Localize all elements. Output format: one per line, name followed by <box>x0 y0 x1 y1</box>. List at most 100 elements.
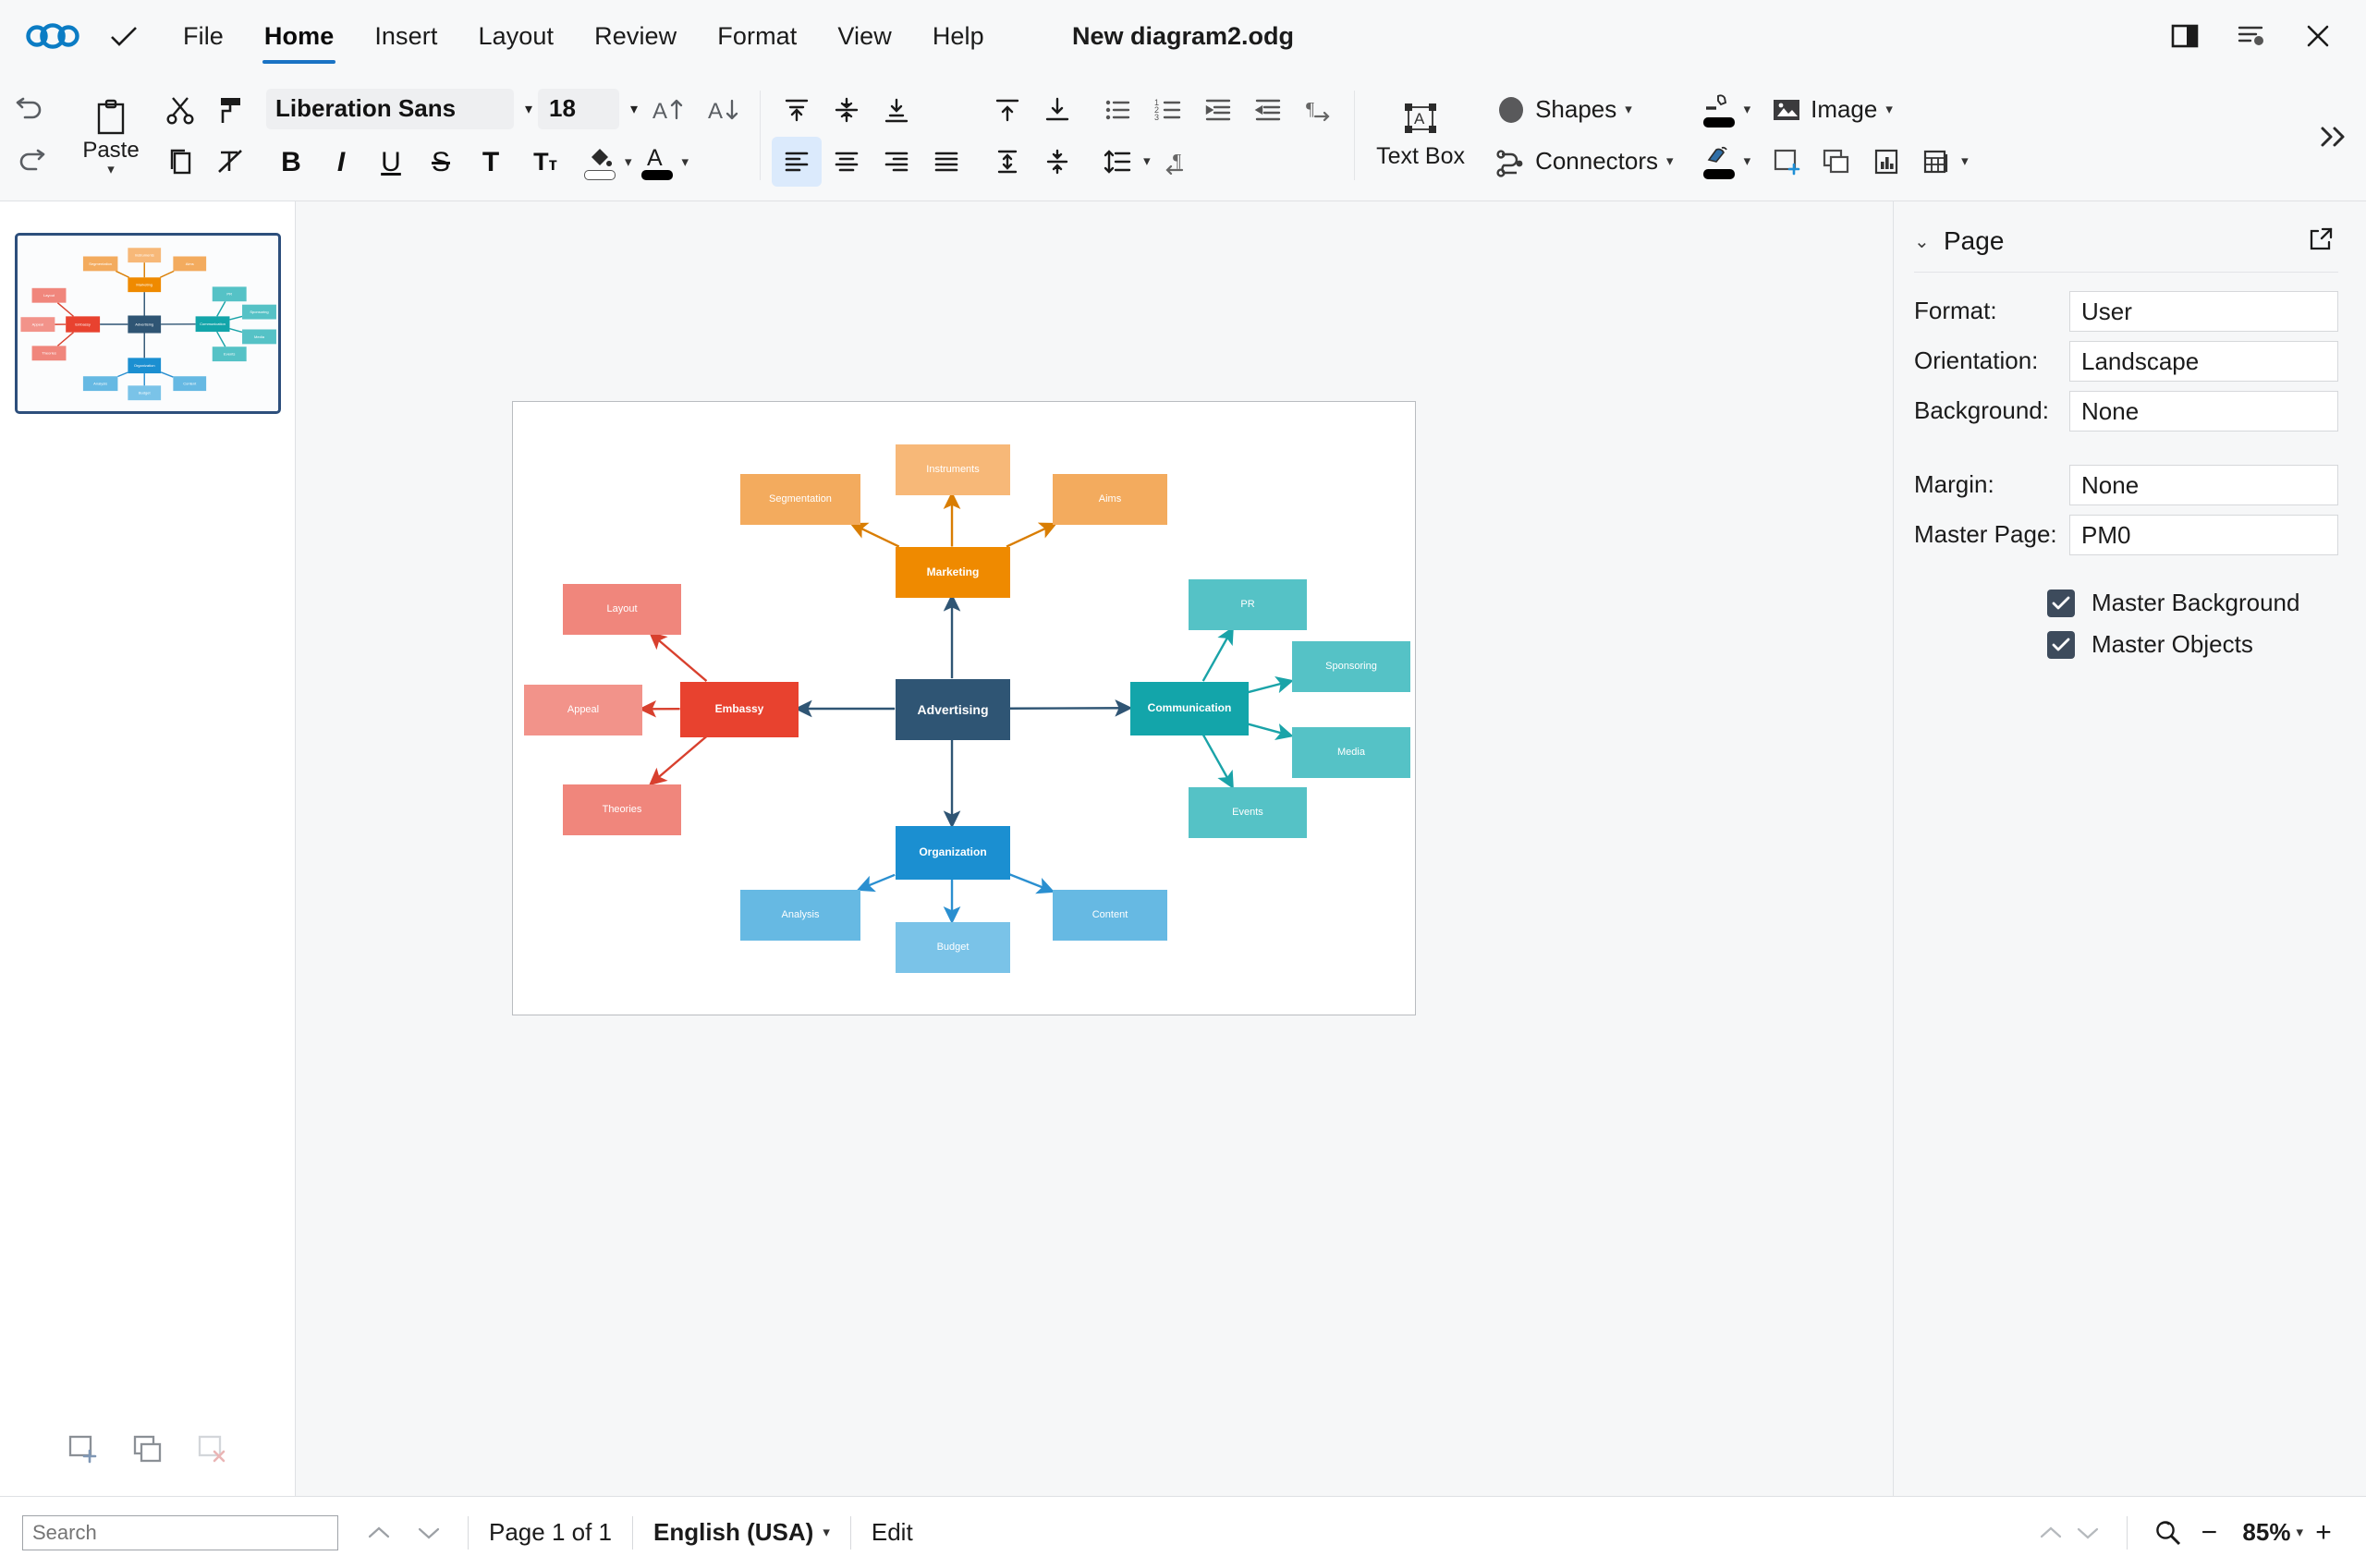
master-page-field[interactable]: PM0 <box>2069 515 2338 555</box>
diagram-edge-organization-analysis[interactable] <box>856 873 896 893</box>
language-caret-icon[interactable]: ▾ <box>823 1525 830 1539</box>
diagram-edge-marketing-segmentation[interactable] <box>849 522 900 548</box>
numbered-list-icon[interactable]: 123 <box>1143 85 1193 135</box>
menu-item-insert[interactable]: Insert <box>354 13 457 60</box>
diagram-node-analysis[interactable]: Analysis <box>740 890 860 941</box>
increase-indent-icon[interactable] <box>1193 85 1243 135</box>
align-left-icon[interactable] <box>772 136 823 187</box>
diagram-node-sponsoring[interactable]: Sponsoring <box>1292 641 1410 692</box>
bold-button[interactable]: B <box>266 138 316 188</box>
scroll-up-icon[interactable] <box>2032 1514 2069 1551</box>
diagram-node-aims[interactable]: Aims <box>1053 474 1167 525</box>
close-icon[interactable] <box>2298 16 2338 56</box>
image-button[interactable]: Image ▾ <box>1762 85 1969 135</box>
font-size-caret-icon[interactable]: ▾ <box>630 100 638 118</box>
align-bottom-icon[interactable] <box>872 85 921 135</box>
underline-button[interactable]: U <box>366 138 416 188</box>
font-size-field[interactable]: 18 <box>538 88 620 129</box>
language-label[interactable]: English (USA) <box>653 1518 813 1547</box>
duplicate-page-icon[interactable] <box>1811 137 1861 187</box>
insert-table-icon[interactable] <box>1911 137 1961 187</box>
diagram-node-content[interactable]: Content <box>1053 890 1167 941</box>
align-justify-icon[interactable] <box>921 137 971 187</box>
font-color-caret-icon[interactable]: ▾ <box>682 155 689 169</box>
left-to-right-icon[interactable]: ¶ <box>1293 85 1343 135</box>
panel-right-icon[interactable] <box>2165 16 2205 56</box>
diagram-node-events[interactable]: Events <box>1189 787 1307 838</box>
chevron-double-right-icon[interactable] <box>2311 115 2355 159</box>
align-right-icon[interactable] <box>872 137 921 187</box>
diagram-node-instruments[interactable]: Instruments <box>896 444 1010 495</box>
add-page-icon[interactable] <box>63 1429 104 1470</box>
bullet-list-icon[interactable] <box>1093 85 1143 135</box>
spacing-collapse-icon[interactable] <box>1032 137 1082 187</box>
master-objects-row[interactable]: Master Objects <box>2047 630 2338 659</box>
decrease-font-size-icon[interactable]: A <box>699 84 749 134</box>
diagram-edge-embassy-theories[interactable] <box>648 735 708 786</box>
connectors-button[interactable]: Connectors ▾ <box>1486 137 1683 187</box>
zoom-in-button[interactable]: + <box>2303 1513 2344 1553</box>
diagram-node-layout[interactable]: Layout <box>563 584 681 635</box>
line-color-icon[interactable] <box>1694 85 1744 135</box>
chevron-down-icon[interactable]: ⌄ <box>1914 230 1933 253</box>
paint-roller-icon[interactable] <box>205 85 255 135</box>
connectors-caret-icon[interactable]: ▾ <box>1666 154 1674 168</box>
diagram-node-advertising[interactable]: Advertising <box>896 679 1010 740</box>
line-spacing-icon[interactable] <box>1093 137 1143 187</box>
line-spacing-caret-icon[interactable]: ▾ <box>1143 154 1151 168</box>
save-status-icon[interactable] <box>105 18 142 55</box>
diagram-node-embassy[interactable]: Embassy <box>680 682 799 737</box>
edit-mode-label[interactable]: Edit <box>872 1518 913 1547</box>
nextcloud-logo-icon[interactable] <box>24 19 81 53</box>
background-field[interactable]: None <box>2069 391 2338 432</box>
menu-item-home[interactable]: Home <box>244 13 354 64</box>
open-in-new-icon[interactable] <box>2307 225 2338 257</box>
insert-textbox-icon[interactable] <box>1762 137 1811 187</box>
slide-page[interactable]: Instruments Segmentation Aims Marketing Layo… <box>512 401 1416 1015</box>
increase-font-size-icon[interactable]: A <box>643 84 693 134</box>
character-highlight-button[interactable]: Tт <box>516 138 575 188</box>
diagram-edge-communication-sponsoring[interactable] <box>1247 676 1294 694</box>
menu-item-help[interactable]: Help <box>912 13 1005 60</box>
shapes-button[interactable]: Shapes ▾ <box>1486 85 1683 135</box>
search-input[interactable] <box>22 1514 338 1550</box>
line-color-caret-icon[interactable]: ▾ <box>1744 103 1751 116</box>
align-center-icon[interactable] <box>822 137 872 187</box>
diagram-edge-advertising-communication[interactable] <box>1008 699 1133 717</box>
insert-chart-icon[interactable] <box>1861 137 1911 187</box>
fill-color-caret-icon[interactable]: ▾ <box>625 155 632 169</box>
align-center-vertical-icon[interactable] <box>822 85 872 135</box>
master-background-checkbox[interactable] <box>2047 589 2075 617</box>
diagram-node-appeal[interactable]: Appeal <box>524 685 642 735</box>
fill-color-icon[interactable] <box>575 138 625 188</box>
diagram-node-communication[interactable]: Communication <box>1130 682 1249 735</box>
copy-icon[interactable] <box>155 137 205 187</box>
line-spacing-vertical-icon[interactable] <box>982 137 1032 187</box>
strikethrough-button[interactable]: S <box>416 138 466 188</box>
align-top-icon[interactable] <box>772 85 822 135</box>
menu-item-view[interactable]: View <box>817 13 911 60</box>
cut-icon[interactable] <box>155 85 205 135</box>
diagram-edge-communication-media[interactable] <box>1247 723 1294 741</box>
menu-item-review[interactable]: Review <box>574 13 697 60</box>
menu-item-format[interactable]: Format <box>697 13 817 60</box>
area-fill-color-icon[interactable] <box>1694 137 1744 187</box>
canvas-area[interactable]: Instruments Segmentation Aims Marketing Layo… <box>296 201 1893 1496</box>
slide-thumbnail-1[interactable]: Instruments Segmentation Aims Marketing Layo… <box>14 233 281 414</box>
scroll-down-icon[interactable] <box>2069 1514 2106 1551</box>
margin-field[interactable]: None <box>2069 465 2338 505</box>
diagram-node-pr[interactable]: PR <box>1189 579 1307 630</box>
decrease-indent-icon[interactable] <box>1243 85 1293 135</box>
font-color-icon[interactable]: A <box>632 138 682 188</box>
right-to-left-icon[interactable]: ¶ <box>1151 137 1201 187</box>
italic-button[interactable]: I <box>316 138 366 188</box>
zoom-reset-icon[interactable] <box>2148 1513 2189 1553</box>
font-name-field[interactable]: Liberation Sans <box>266 88 514 129</box>
image-caret-icon[interactable]: ▾ <box>1885 103 1893 116</box>
insert-table-caret-icon[interactable]: ▾ <box>1961 154 1969 168</box>
master-background-row[interactable]: Master Background <box>2047 589 2338 617</box>
clear-formatting-icon[interactable] <box>205 137 255 187</box>
diagram-node-segmentation[interactable]: Segmentation <box>740 474 860 525</box>
diagram-node-media[interactable]: Media <box>1292 727 1410 778</box>
undo-icon[interactable] <box>6 85 55 135</box>
